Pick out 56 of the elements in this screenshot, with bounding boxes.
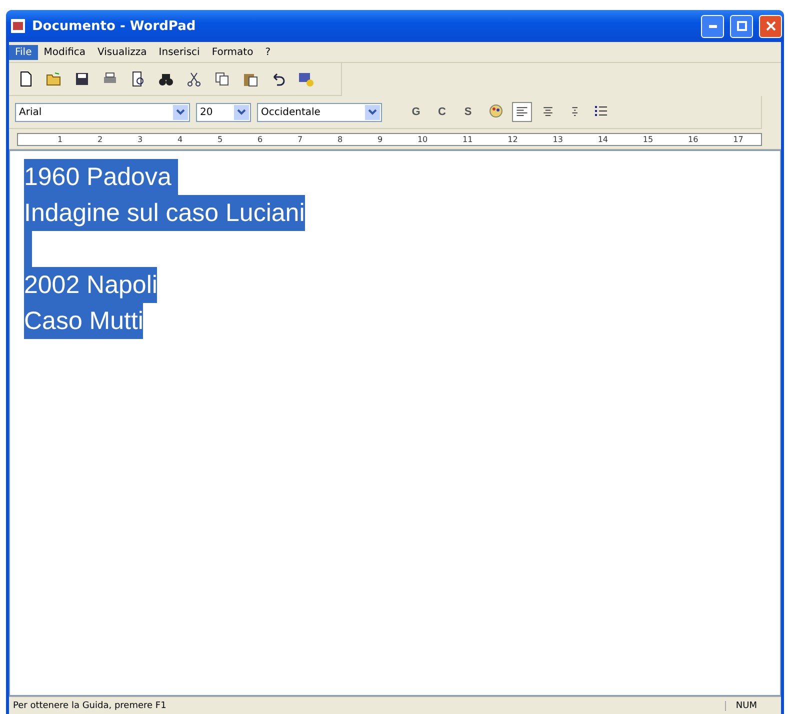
script-dropdown[interactable]: Occidentale (257, 102, 382, 122)
ruler-number: 1 (57, 134, 63, 144)
menu-item[interactable]: ? (259, 44, 276, 60)
ruler-number: 9 (377, 134, 383, 144)
ruler-number: 11 (462, 134, 473, 144)
paste-icon (242, 71, 258, 87)
scissors-icon (186, 71, 202, 87)
ruler-number: 2 (97, 134, 103, 144)
palette-icon (487, 104, 503, 120)
maximize-icon (736, 21, 746, 31)
ruler-number: 12 (508, 134, 518, 144)
minimize-icon (708, 24, 716, 28)
ruler-number: 6 (257, 134, 263, 144)
close-icon (766, 21, 776, 31)
document-area[interactable]: 1960 Padova Indagine sul caso Luciani 2002 Napoli Caso Mutti (9, 150, 781, 696)
maximize-button[interactable] (730, 14, 753, 38)
ruler-number: 3 (137, 134, 143, 144)
open-folder-icon (46, 71, 62, 87)
status-text: Per ottenere la Guida, premere F1 (12, 700, 166, 710)
ruler-number: 13 (552, 134, 563, 144)
ruler-number: 4 (177, 134, 183, 144)
window-title: Documento - WordPad (32, 18, 197, 34)
ruler-number: 7 (297, 134, 303, 144)
menu-item[interactable]: Inserisci (152, 44, 206, 60)
copy-icon (214, 71, 230, 87)
print-preview-icon (130, 71, 146, 87)
menu-item[interactable]: File (9, 44, 38, 60)
dropdown-caret-icon (237, 109, 246, 115)
binoculars-icon (158, 71, 174, 87)
ruler-number: 5 (217, 134, 223, 144)
save-icon (74, 71, 90, 87)
dropdown-caret-icon (176, 109, 185, 115)
new-document-icon (18, 71, 34, 87)
ruler-number: 10 (417, 134, 428, 144)
ruler-number: 15 (642, 134, 654, 144)
style-button[interactable]: C (432, 102, 452, 122)
font-size-dropdown[interactable]: 20 (196, 102, 251, 122)
ruler-number: 17 (733, 134, 744, 144)
close-button[interactable] (759, 14, 782, 38)
document-app-icon (10, 18, 26, 34)
minimize-button[interactable] (701, 14, 724, 38)
ruler-number: 14 (598, 134, 608, 144)
menu-item[interactable]: Modifica (38, 44, 92, 60)
style-button[interactable]: G (406, 102, 426, 122)
num-lock-indicator: NUM (724, 700, 767, 710)
ruler-number: 8 (337, 134, 343, 144)
ruler-number: 16 (688, 134, 698, 144)
font-dropdown[interactable]: Arial (15, 102, 190, 122)
style-button[interactable]: S (458, 102, 478, 122)
dropdown-caret-icon (368, 109, 377, 115)
align-button[interactable] (512, 102, 532, 122)
menu-item[interactable]: Visualizza (92, 44, 153, 60)
menu-item[interactable]: Formato (206, 44, 260, 60)
align-left-icon (515, 105, 529, 119)
date-time-icon (298, 71, 314, 87)
align-center-icon (541, 105, 555, 119)
